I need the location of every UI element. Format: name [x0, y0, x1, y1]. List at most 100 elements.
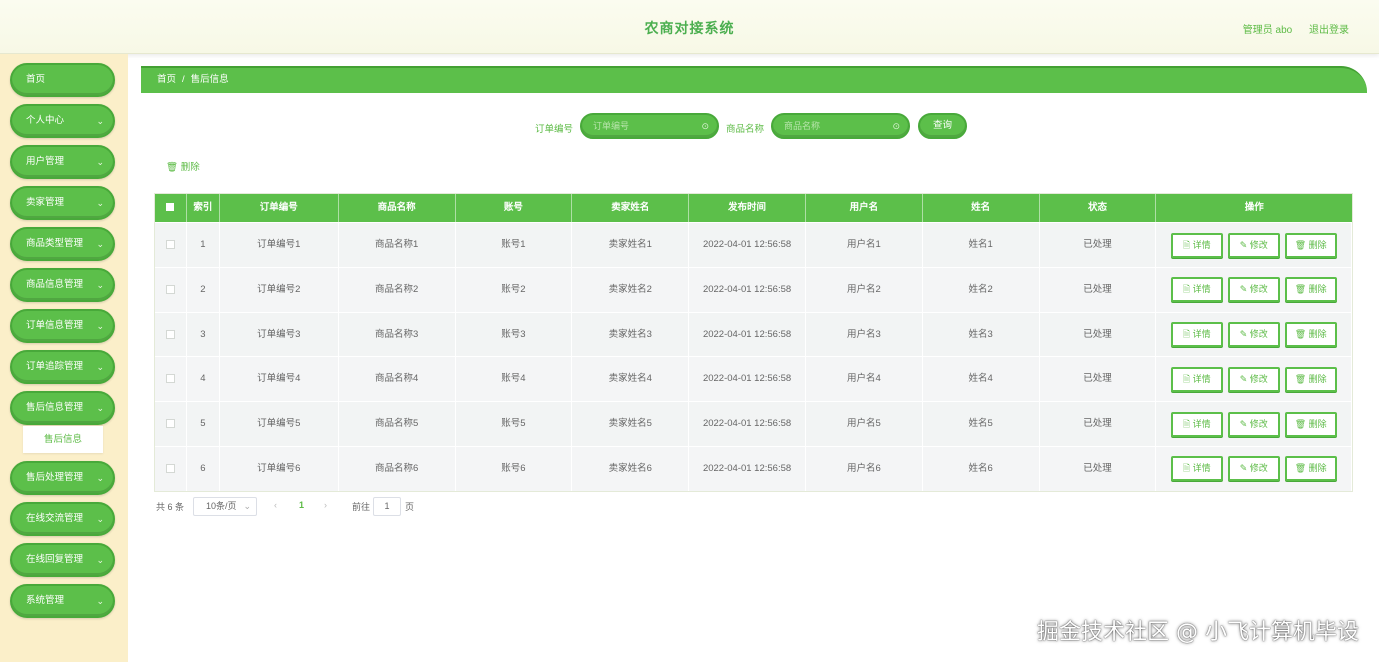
- sidebar-item[interactable]: 卖家管理 ⌄: [10, 186, 115, 220]
- row-checkbox[interactable]: [155, 357, 187, 402]
- detail-button[interactable]: 🗎 详情: [1170, 456, 1223, 482]
- admin-label: 管理员 abo: [1242, 25, 1293, 36]
- detail-button[interactable]: 🗎 详情: [1170, 322, 1223, 348]
- edit-button[interactable]: ✎ 修改: [1227, 277, 1280, 303]
- detail-button[interactable]: 🗎 详情: [1170, 366, 1223, 392]
- sidebar-subitem-after-sale-info[interactable]: 售后信息: [23, 426, 103, 453]
- chevron-down-icon: ⌄: [96, 514, 104, 524]
- pencil-icon: ✎: [1239, 463, 1250, 474]
- table-row: 4 订单编号4 商品名称4 账号4 卖家姓名4 2022-04-01 12:56:58 用户…: [155, 356, 1353, 402]
- product-name-input[interactable]: 商品名称 ⊙: [771, 113, 910, 139]
- table-cell: 商品名称2: [339, 267, 456, 312]
- edit-button[interactable]: ✎ 修改: [1227, 232, 1280, 258]
- sidebar-item-label: 用户管理: [26, 156, 65, 167]
- detail-label: 详情: [1192, 373, 1211, 384]
- table-cell: 5: [187, 402, 220, 446]
- row-actions: 🗎 详情 ✎ 修改 🗑︎ 删除: [1156, 223, 1353, 267]
- checkbox-icon: [165, 374, 175, 384]
- sidebar-item[interactable]: 在线交流管理 ⌄: [10, 502, 115, 536]
- sidebar-item[interactable]: 订单追踪管理 ⌄: [10, 350, 115, 384]
- row-checkbox[interactable]: [155, 267, 187, 312]
- table-cell: 用户名2: [806, 267, 923, 312]
- batch-delete-label: 删除: [180, 162, 200, 173]
- breadcrumb-separator: /: [182, 74, 185, 85]
- page-size-select[interactable]: 10条/页 ⌄: [193, 497, 257, 516]
- table-cell: 姓名2: [923, 267, 1040, 312]
- logout-link[interactable]: 退出登录: [1309, 25, 1349, 36]
- row-checkbox[interactable]: [155, 446, 187, 491]
- chevron-down-icon: ⌄: [96, 280, 104, 290]
- sidebar-item[interactable]: 在线回复管理 ⌄: [10, 543, 115, 577]
- delete-button[interactable]: 🗑︎ 删除: [1284, 322, 1337, 348]
- column-header: 订单编号: [220, 194, 339, 222]
- sidebar-item[interactable]: 商品信息管理 ⌄: [10, 268, 115, 302]
- checkbox-icon: [165, 329, 175, 339]
- column-header: 状态: [1040, 194, 1157, 222]
- detail-button[interactable]: 🗎 详情: [1170, 232, 1223, 258]
- edit-button[interactable]: ✎ 修改: [1227, 322, 1280, 348]
- edit-label: 修改: [1249, 284, 1268, 295]
- delete-button[interactable]: 🗑︎ 删除: [1284, 366, 1337, 392]
- next-page-button[interactable]: ›: [324, 500, 327, 510]
- chevron-down-icon: ⌄: [96, 596, 104, 606]
- chevron-down-icon: ⌄: [96, 198, 104, 208]
- sidebar-item[interactable]: 系统管理 ⌄: [10, 584, 115, 618]
- edit-button[interactable]: ✎ 修改: [1227, 366, 1280, 392]
- table-cell: 商品名称5: [339, 402, 456, 446]
- table-cell: 卖家姓名3: [572, 312, 690, 357]
- sidebar-item[interactable]: 首页: [10, 63, 115, 97]
- sidebar-item[interactable]: 个人中心 ⌄: [10, 104, 115, 138]
- detail-button[interactable]: 🗎 详情: [1170, 411, 1223, 437]
- table-cell: 2022-04-01 12:56:58: [689, 312, 806, 357]
- row-actions: 🗎 详情 ✎ 修改 🗑︎ 删除: [1156, 446, 1353, 491]
- sidebar-item-label: 系统管理: [26, 595, 65, 606]
- select-all-checkbox[interactable]: [155, 194, 187, 222]
- sidebar-item[interactable]: 售后处理管理 ⌄: [10, 461, 115, 495]
- sidebar-item-label: 售后处理管理: [26, 472, 84, 483]
- batch-delete-button[interactable]: 🗑︎ 删除: [166, 159, 200, 173]
- chevron-down-icon: ⌄: [96, 362, 104, 372]
- edit-button[interactable]: ✎ 修改: [1227, 411, 1280, 437]
- table-cell: 姓名1: [923, 223, 1040, 267]
- table-cell: 已处理: [1040, 312, 1157, 357]
- delete-button[interactable]: 🗑︎ 删除: [1284, 277, 1337, 303]
- delete-button[interactable]: 🗑︎ 删除: [1284, 456, 1337, 482]
- query-button[interactable]: 查询: [918, 113, 967, 139]
- sidebar-item-label: 商品类型管理: [26, 238, 84, 249]
- prev-page-button[interactable]: ‹: [274, 500, 277, 510]
- table-cell: 账号6: [456, 446, 573, 491]
- sidebar-item[interactable]: 商品类型管理 ⌄: [10, 227, 115, 261]
- order-number-input[interactable]: 订单编号 ⊙: [580, 113, 719, 139]
- sidebar-item[interactable]: 用户管理 ⌄: [10, 145, 115, 179]
- page-number-current[interactable]: 1: [299, 500, 304, 510]
- table-cell: 2: [187, 267, 220, 312]
- sidebar-item[interactable]: 售后信息管理 ⌄: [10, 391, 115, 425]
- detail-button[interactable]: 🗎 详情: [1170, 277, 1223, 303]
- table-cell: 用户名1: [806, 223, 923, 267]
- table-cell: 姓名3: [923, 312, 1040, 357]
- breadcrumb-home[interactable]: 首页: [157, 74, 176, 85]
- table-row: 2 订单编号2 商品名称2 账号2 卖家姓名2 2022-04-01 12:56:58 用户…: [155, 266, 1353, 312]
- delete-button[interactable]: 🗑︎ 删除: [1284, 411, 1337, 437]
- page-suffix: 页: [405, 502, 415, 512]
- table-cell: 商品名称4: [339, 357, 456, 402]
- trash-icon: 🗑︎: [1294, 284, 1309, 295]
- sidebar-item[interactable]: 订单信息管理 ⌄: [10, 309, 115, 343]
- table-cell: 已处理: [1040, 223, 1157, 267]
- row-checkbox[interactable]: [155, 402, 187, 446]
- edit-button[interactable]: ✎ 修改: [1227, 456, 1280, 482]
- pencil-icon: ✎: [1239, 373, 1250, 384]
- row-checkbox[interactable]: [155, 223, 187, 267]
- row-checkbox[interactable]: [155, 312, 187, 357]
- document-icon: 🗎: [1182, 329, 1193, 340]
- table-cell: 4: [187, 357, 220, 402]
- after-sale-table: 索引 订单编号 商品名称 账号 卖家姓名 发布时间 用户名 姓名 状态 操作 1 订单编号1 商品名称…: [154, 193, 1353, 492]
- goto-page-input[interactable]: 1: [373, 497, 401, 516]
- table-cell: 2022-04-01 12:56:58: [689, 357, 806, 402]
- trash-icon: 🗑︎: [1294, 329, 1309, 340]
- document-icon: 🗎: [1182, 239, 1193, 250]
- document-icon: 🗎: [1182, 418, 1193, 429]
- table-cell: 订单编号6: [220, 446, 339, 491]
- delete-button[interactable]: 🗑︎ 删除: [1284, 232, 1337, 258]
- column-header: 用户名: [806, 194, 923, 222]
